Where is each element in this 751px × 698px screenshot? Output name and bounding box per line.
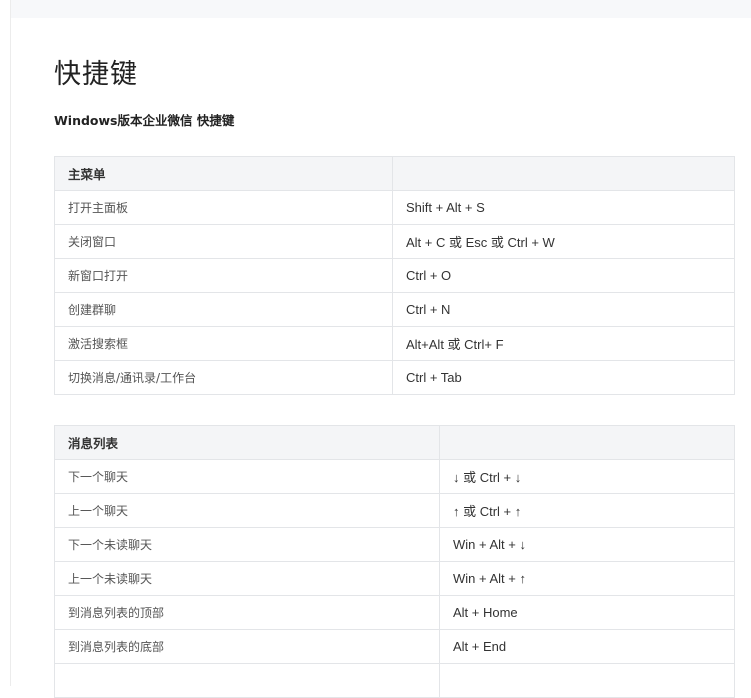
shortcut-cell: Win + Alt + ↓ [439,527,735,562]
shortcut-cell: Alt + End [439,629,735,664]
table-header-row: 主菜单 [54,156,735,191]
table-row: 上一个聊天 ↑ 或 Ctrl + ↑ [54,493,735,528]
table-row [54,663,735,698]
shortcut-cell: ↓ 或 Ctrl + ↓ [439,459,735,494]
action-cell: 下一个聊天 [54,459,440,494]
shortcut-cell: Alt + C 或 Esc 或 Ctrl + W [392,224,735,259]
left-divider [10,0,11,686]
header-keys [392,156,735,191]
action-cell: 创建群聊 [54,292,393,327]
shortcut-cell: Shift + Alt + S [392,190,735,225]
top-bar [10,0,751,18]
action-cell: 新窗口打开 [54,258,393,293]
table-row: 打开主面板 Shift + Alt + S [54,190,735,225]
shortcut-cell: Ctrl + O [392,258,735,293]
action-cell: 关闭窗口 [54,224,393,259]
action-cell: 上一个聊天 [54,493,440,528]
table-row: 下一个未读聊天 Win + Alt + ↓ [54,527,735,562]
table-header-row: 消息列表 [54,425,735,460]
table-row: 到消息列表的底部 Alt + End [54,629,735,664]
page-subtitle: Windows版本企业微信 快捷键 [54,113,235,128]
table-row: 新窗口打开 Ctrl + O [54,258,735,293]
header-action: 主菜单 [54,156,393,191]
header-action: 消息列表 [54,425,440,460]
action-cell: 打开主面板 [54,190,393,225]
table-row: 创建群聊 Ctrl + N [54,292,735,327]
action-cell: 下一个未读聊天 [54,527,440,562]
shortcut-cell: Ctrl + N [392,292,735,327]
action-cell: 上一个未读聊天 [54,561,440,596]
table-row: 切换消息/通讯录/工作台 Ctrl + Tab [54,360,735,395]
shortcut-cell [439,663,735,698]
table-row: 上一个未读聊天 Win + Alt + ↑ [54,561,735,596]
shortcut-cell: Win + Alt + ↑ [439,561,735,596]
action-cell: 到消息列表的顶部 [54,595,440,630]
shortcut-cell: Ctrl + Tab [392,360,735,395]
table-row: 下一个聊天 ↓ 或 Ctrl + ↓ [54,459,735,494]
shortcut-cell: ↑ 或 Ctrl + ↑ [439,493,735,528]
action-cell: 激活搜索框 [54,326,393,361]
shortcut-cell: Alt + Home [439,595,735,630]
shortcut-cell: Alt+Alt 或 Ctrl+ F [392,326,735,361]
table-row: 关闭窗口 Alt + C 或 Esc 或 Ctrl + W [54,224,735,259]
message-list-shortcuts-table: 消息列表 下一个聊天 ↓ 或 Ctrl + ↓ 上一个聊天 ↑ 或 Ctrl +… [54,425,735,698]
action-cell: 到消息列表的底部 [54,629,440,664]
main-menu-shortcuts-table: 主菜单 打开主面板 Shift + Alt + S 关闭窗口 Alt + C 或… [54,156,735,395]
page-title: 快捷键 [54,59,138,90]
header-keys [439,425,735,460]
table-row: 到消息列表的顶部 Alt + Home [54,595,735,630]
action-cell [54,663,440,698]
table-row: 激活搜索框 Alt+Alt 或 Ctrl+ F [54,326,735,361]
action-cell: 切换消息/通讯录/工作台 [54,360,393,395]
